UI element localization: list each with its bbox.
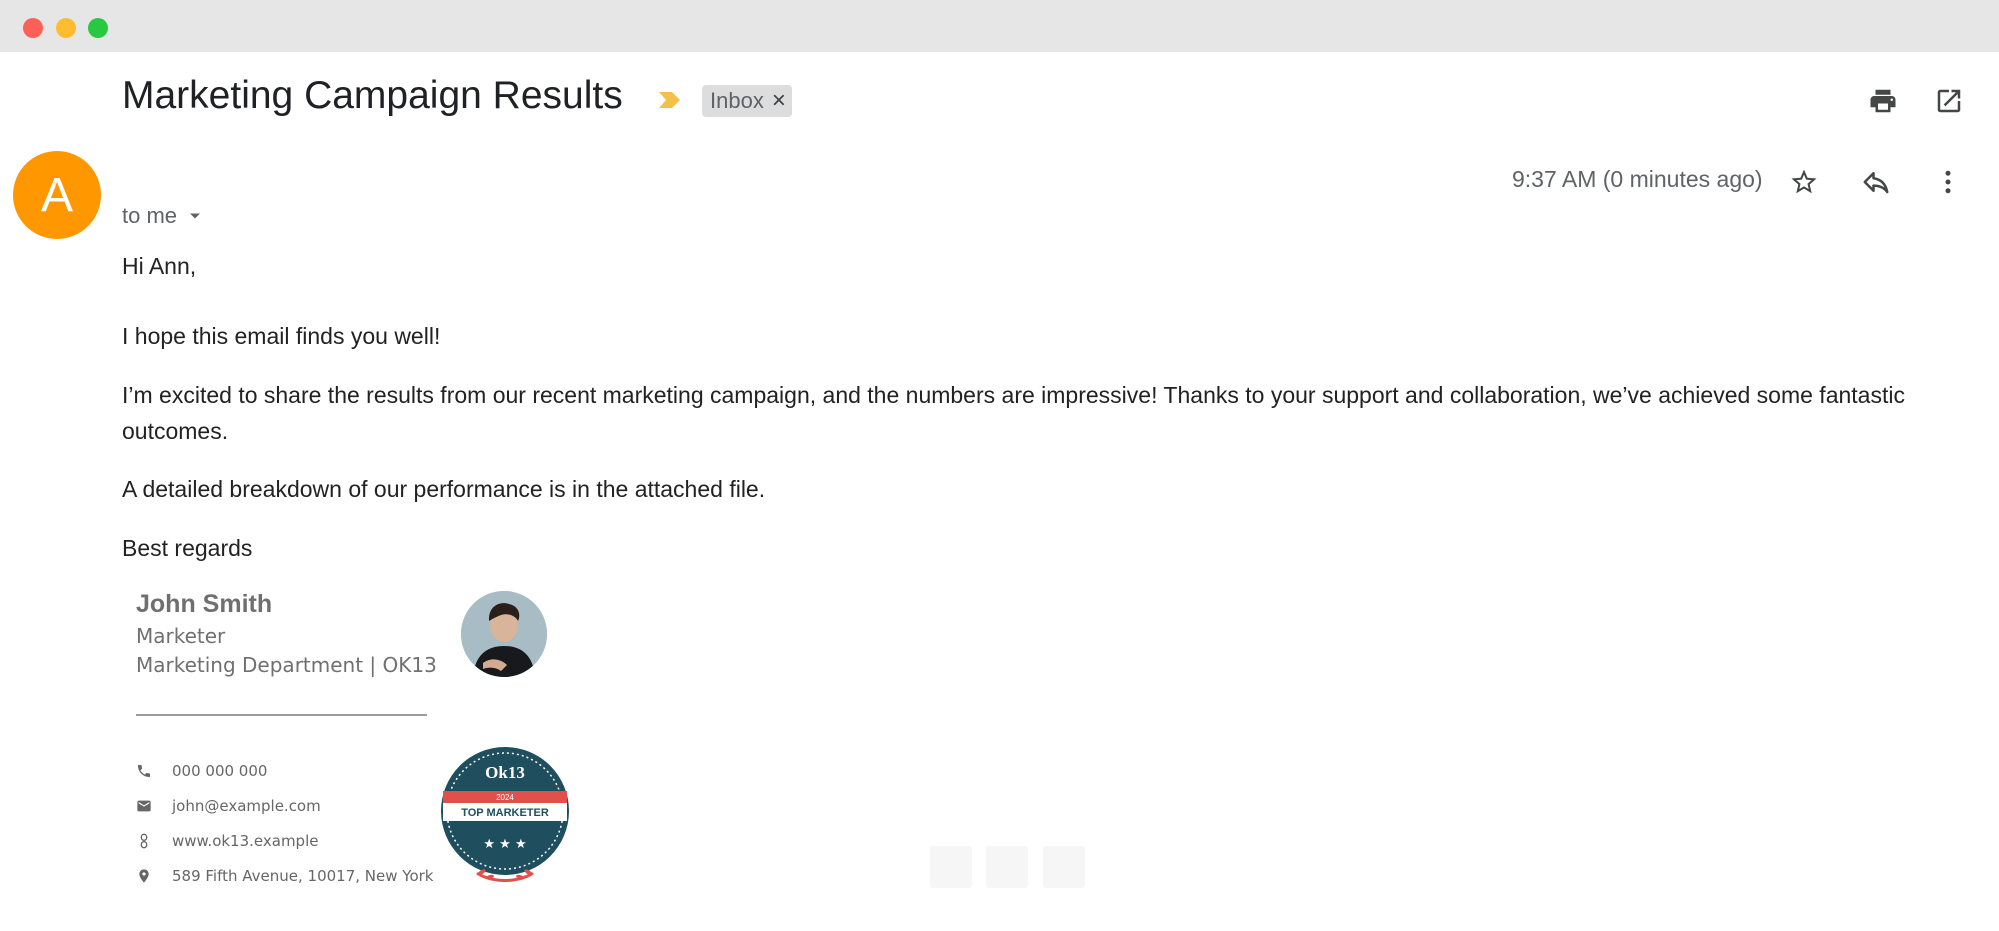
- email-icon: [136, 798, 152, 814]
- badge-label: TOP MARKETER: [461, 807, 549, 819]
- signature-email[interactable]: john@example.com: [136, 797, 321, 815]
- location-pin-icon: [136, 868, 152, 884]
- print-button[interactable]: [1863, 81, 1903, 121]
- open-in-new-window-button[interactable]: [1929, 81, 1969, 121]
- star-icon: [1791, 169, 1817, 194]
- signature-title: Marketer: [136, 624, 226, 648]
- signature-divider: [136, 714, 427, 716]
- signature-phone-text: 000 000 000: [172, 762, 268, 780]
- social-link-icon[interactable]: [930, 846, 972, 888]
- badge-year: 2024: [496, 793, 514, 802]
- signature-name: John Smith: [136, 590, 273, 618]
- remove-label-button[interactable]: ×: [772, 89, 786, 113]
- reply-button[interactable]: [1856, 162, 1896, 202]
- zoom-window-button[interactable]: [88, 18, 108, 38]
- signature-address: 589 Fifth Avenue, 10017, New York: [136, 867, 433, 885]
- recipient-text: to me: [122, 203, 178, 228]
- email-subject: Marketing Campaign Results: [122, 74, 623, 117]
- signature-department: Marketing Department | OK13: [136, 653, 437, 677]
- star-button[interactable]: [1784, 162, 1824, 202]
- email-signoff: Best regards: [122, 535, 253, 561]
- more-vert-icon: [1945, 170, 1951, 194]
- reply-icon: [1863, 172, 1889, 194]
- signature-phone: 000 000 000: [136, 762, 267, 780]
- print-icon: [1870, 89, 1896, 113]
- email-paragraph: A detailed breakdown of our performance …: [122, 476, 766, 502]
- minimize-window-button[interactable]: [56, 18, 76, 38]
- close-window-button[interactable]: [23, 18, 43, 38]
- sender-avatar[interactable]: A: [13, 151, 101, 239]
- show-details-dropdown-icon[interactable]: [185, 206, 205, 226]
- signature-photo: [461, 591, 547, 677]
- inbox-label-chip: Inbox ×: [702, 85, 792, 117]
- phone-icon: [136, 763, 152, 779]
- signature-website[interactable]: www.ok13.example: [136, 832, 318, 850]
- person-photo-icon: [461, 591, 547, 677]
- signature-website-text[interactable]: www.ok13.example: [172, 832, 318, 850]
- email-paragraph: I hope this email finds you well!: [122, 323, 441, 349]
- badge-brand: Ok13: [485, 763, 525, 782]
- link-icon: [136, 833, 152, 849]
- recipient-line: to me: [122, 203, 205, 229]
- important-marker-icon[interactable]: [658, 90, 682, 110]
- social-link-icon[interactable]: [986, 846, 1028, 888]
- email-paragraph: I’m excited to share the results from ou…: [122, 382, 1905, 444]
- more-options-button[interactable]: [1928, 162, 1968, 202]
- social-link-icon[interactable]: [1043, 846, 1085, 888]
- email-greeting: Hi Ann,: [122, 253, 197, 279]
- badge-stars-icon: ★ ★ ★: [483, 837, 526, 852]
- email-timestamp: 9:37 AM (0 minutes ago): [1512, 166, 1763, 192]
- signature-email-text[interactable]: john@example.com: [172, 797, 321, 815]
- window-titlebar: [0, 0, 1999, 52]
- signature-address-text: 589 Fifth Avenue, 10017, New York: [172, 867, 434, 885]
- inbox-label-text: Inbox: [710, 88, 764, 113]
- open-in-new-window-icon: [1937, 89, 1961, 113]
- top-marketer-badge: Ok13 2024 TOP MARKETER ★ ★ ★: [441, 747, 569, 882]
